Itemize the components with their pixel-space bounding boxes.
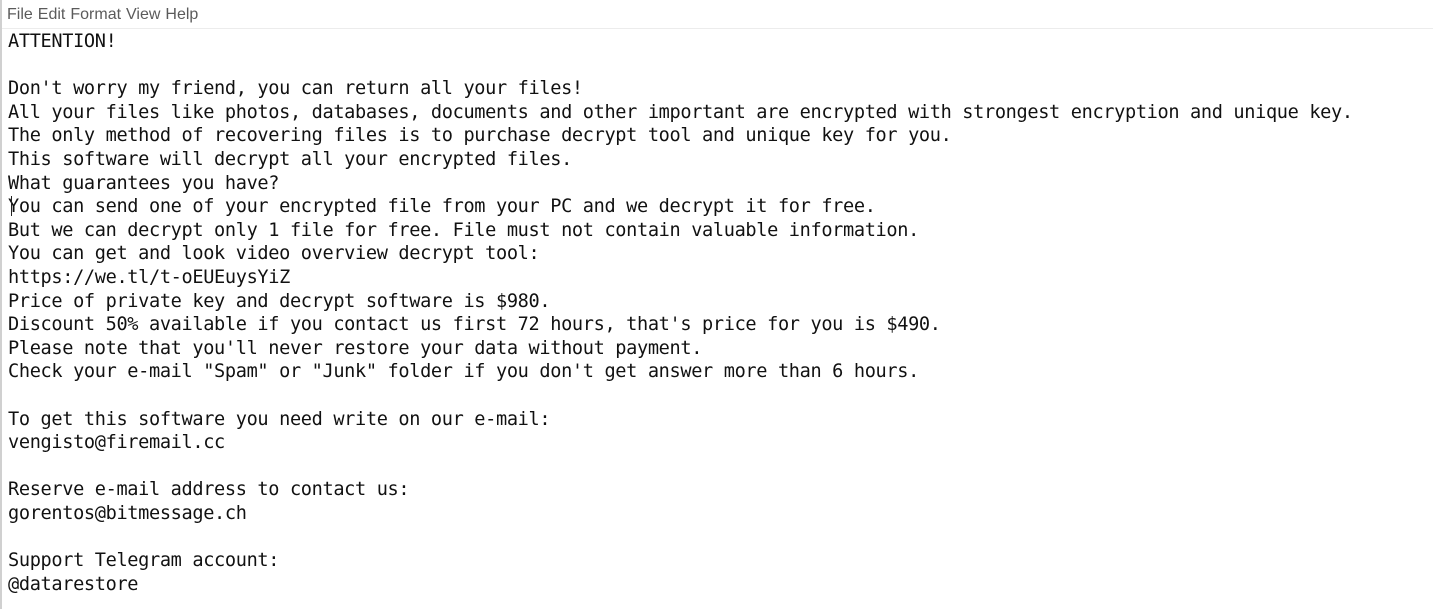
text-line: What guarantees you have? <box>8 172 280 194</box>
menu-view[interactable]: View <box>126 6 165 28</box>
text-line-blank <box>8 54 1433 78</box>
text-line: To get this software you need write on o… <box>8 408 551 430</box>
menu-format[interactable]: Format <box>70 6 126 28</box>
text-line: Reserve e-mail address to contact us: <box>8 479 410 501</box>
text-line-telegram: @datarestore <box>8 573 139 595</box>
text-line: You can get and look video overview decr… <box>8 243 540 265</box>
text-line: The only method of recovering files is t… <box>8 125 952 147</box>
text-line: But we can decrypt only 1 file for free.… <box>8 219 919 241</box>
text-line-blank <box>8 455 1433 479</box>
text-line: Check your e-mail "Spam" or "Junk" folde… <box>8 361 919 383</box>
text-line-heading: ATTENTION! <box>8 31 117 52</box>
text-line-blank <box>8 384 1433 408</box>
text-line-url: https://we.tl/t-oEUEuysYiZ <box>8 266 290 288</box>
text-line: All your files like photos, databases, d… <box>8 101 1353 123</box>
text-line-email-reserve: gorentos@bitmessage.ch <box>8 502 247 524</box>
menu-bar: File Edit Format View Help <box>2 0 1433 29</box>
text-line-email-primary: vengisto@firemail.cc <box>8 432 225 454</box>
text-line: You can send one of your encrypted file … <box>8 196 876 218</box>
menu-file[interactable]: File <box>7 6 38 28</box>
text-line: Please note that you'll never restore yo… <box>8 337 703 359</box>
text-line-blank <box>8 525 1433 549</box>
notepad-window: File Edit Format View Help ATTENTION! Do… <box>0 0 1433 609</box>
text-line-discount: Discount 50% available if you contact us… <box>8 314 941 336</box>
text-line-price: Price of private key and decrypt softwar… <box>8 290 551 312</box>
text-editor-area[interactable]: ATTENTION! Don't worry my friend, you ca… <box>2 30 1433 596</box>
text-cursor <box>11 196 12 216</box>
text-line: Don't worry my friend, you can return al… <box>8 78 583 100</box>
menu-help[interactable]: Help <box>165 6 203 28</box>
menu-edit[interactable]: Edit <box>38 6 71 28</box>
text-line: This software will decrypt all your encr… <box>8 148 572 170</box>
text-line: Support Telegram account: <box>8 550 280 572</box>
